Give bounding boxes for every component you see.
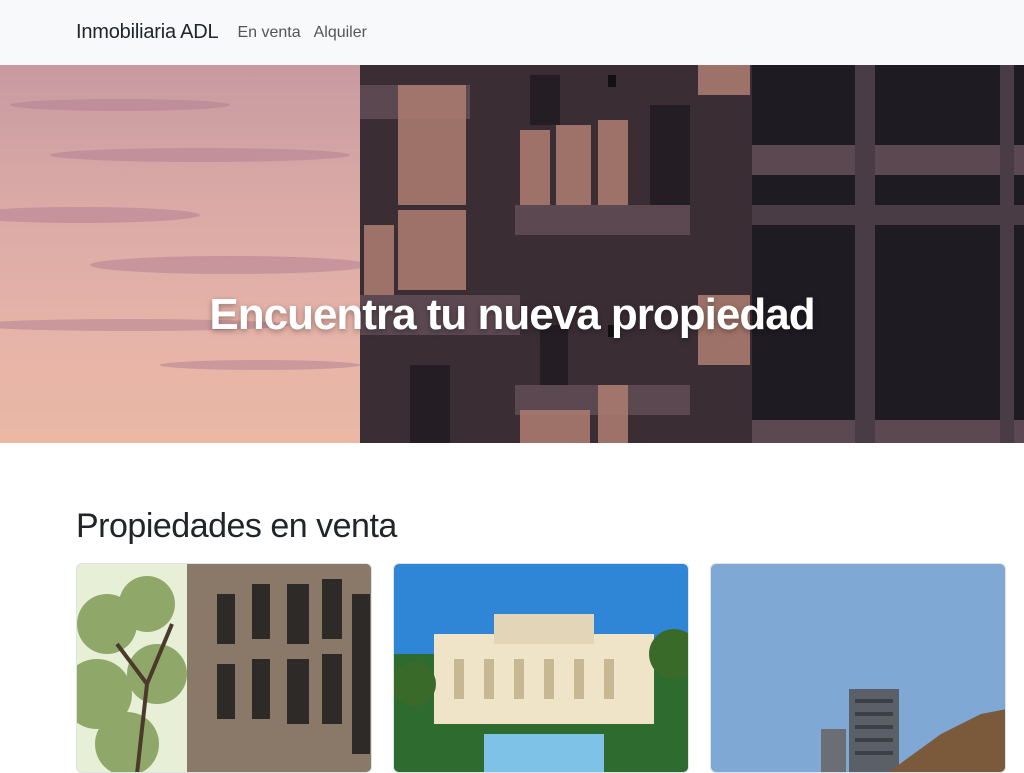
navbar: Inmobiliaria ADL En venta Alquiler [0, 0, 1024, 65]
hero-banner: Encuentra tu nueva propiedad [0, 65, 1024, 443]
property-card-2[interactable] [393, 563, 689, 773]
mansion-with-pool-photo [394, 564, 688, 772]
nav-link-en-venta[interactable]: En venta [237, 24, 300, 42]
brand-link[interactable]: Inmobiliaria ADL [76, 21, 219, 44]
coastal-towers-photo [711, 564, 1005, 772]
nav-link-alquiler[interactable]: Alquiler [314, 24, 367, 42]
section-title: Propiedades en venta [76, 507, 397, 545]
brownstone-townhouses-photo [77, 564, 371, 772]
property-card-1[interactable] [76, 563, 372, 773]
hero-building-image [0, 65, 1024, 443]
property-card-3[interactable] [710, 563, 1006, 773]
hero-title: Encuentra tu nueva propiedad [209, 290, 815, 339]
property-cards [76, 563, 1006, 773]
